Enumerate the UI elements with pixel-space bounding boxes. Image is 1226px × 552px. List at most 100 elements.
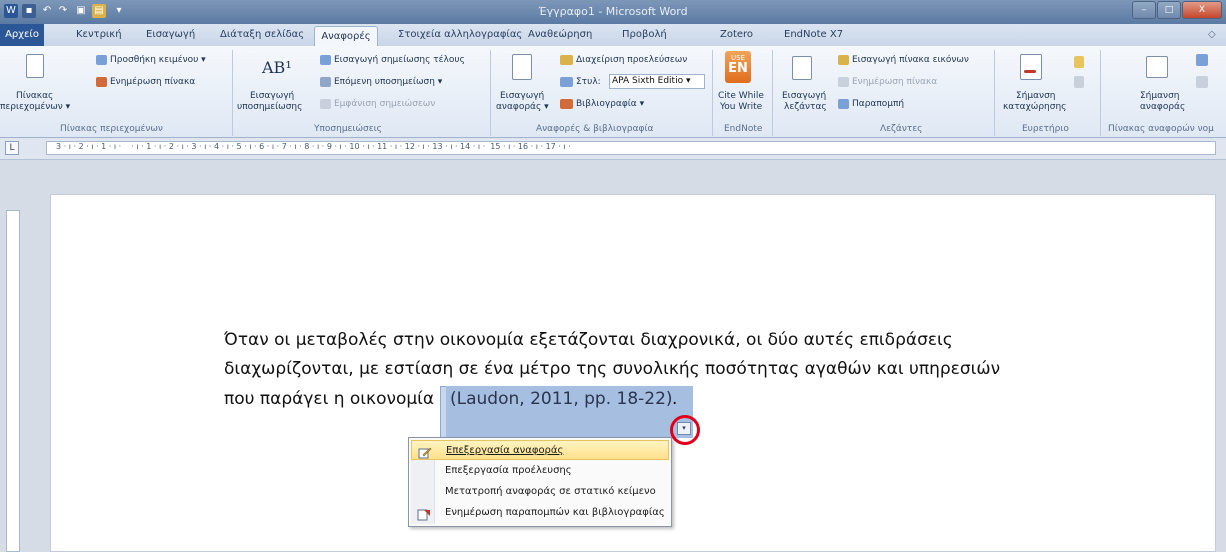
menu-item-label: Μετατροπή αναφοράς σε στατικό κείμενο [445,486,656,497]
table-of-figures-icon [838,55,849,65]
ribbon: Πίνακας περιεχομένων ▾ Προσθήκη κειμένου… [0,46,1226,138]
manage-sources-button[interactable]: Διαχείριση προελεύσεων [576,55,687,66]
insert-index-icon[interactable] [1074,56,1084,68]
tab-zotero[interactable]: Zotero [720,29,753,40]
cross-reference-icon [838,99,849,109]
table-of-contents-icon [26,54,44,78]
maximize-button[interactable]: □ [1157,1,1181,19]
tab-file[interactable]: Αρχείο [0,24,44,46]
citation-text[interactable]: (Laudon, 2011, pp. 18-22) [450,389,673,409]
menu-item-update-citations[interactable]: Ενημέρωση παραπομπών και βιβλιογραφίας [411,503,669,523]
mark-entry-icon [1020,54,1042,80]
menu-item-label: Επεξεργασία αναφοράς [446,445,564,456]
update-authorities-icon[interactable] [1196,76,1208,88]
bibliography-button[interactable]: Βιβλιογραφία ▾ [576,99,644,110]
menu-item-label: Ενημέρωση παραπομπών και βιβλιογραφίας [445,507,665,518]
update-table-button[interactable]: Ενημέρωση πίνακα [110,77,195,88]
footnote-icon: AB¹ [262,58,292,77]
endnote-icon-bottom: EN [728,61,748,76]
tab-endnote[interactable]: EndNote X7 [784,29,843,40]
group-separator [232,50,233,136]
tab-page-layout[interactable]: Διάταξη σελίδας [220,29,304,40]
update-table-icon [96,77,107,87]
add-text-button[interactable]: Προσθήκη κειμένου ▾ [110,55,206,66]
insert-citation-line1[interactable]: Εισαγωγή [500,91,544,102]
toc-label-line1: Πίνακας [16,91,54,101]
tab-mailings[interactable]: Στοιχεία αλληλογραφίας [398,29,522,40]
body-line-3-prefix: που παράγει η οικονομία [224,389,435,409]
help-icon[interactable]: ◇ [1208,29,1216,40]
group-label-captions: Λεζάντες [880,124,923,134]
group-separator [772,50,773,136]
style-value: APA Sixth Editio [612,76,684,86]
bibliography-icon [560,99,573,109]
tab-references[interactable]: Αναφορές [314,26,378,47]
style-icon [560,77,573,87]
tab-insert[interactable]: Εισαγωγή [146,29,195,40]
endnote-cwyw-icon: USE EN [725,51,751,83]
next-footnote-button[interactable]: Επόμενη υποσημείωση ▾ [334,77,442,88]
cite-while-you-write-line2[interactable]: You Write [720,102,762,113]
minimize-button[interactable]: – [1132,1,1156,19]
update-icon [417,506,431,521]
window-title: Έγγραφο1 - Microsoft Word [538,5,688,18]
vertical-ruler[interactable] [6,210,20,552]
insert-footnote-line2[interactable]: υποσημείωσης [237,102,302,113]
mark-citation-line1[interactable]: Σήμανση [1140,91,1180,102]
menu-item-convert-static[interactable]: Μετατροπή αναφοράς σε στατικό κείμενο [411,482,669,502]
edit-icon [418,444,432,459]
highlight-circle [670,415,700,445]
insert-footnote-line1[interactable]: Εισαγωγή [250,91,294,102]
horizontal-ruler[interactable]: L 3 · ı · 2 · ı · 1 · ı · · ı · 1 · ı · … [0,138,1226,160]
group-separator [994,50,995,136]
mark-entry-line1[interactable]: Σήμανση [1016,91,1056,102]
insert-caption-icon [792,56,812,80]
group-separator [712,50,713,136]
mark-citation-icon [1146,56,1168,78]
group-label-citations: Αναφορές & βιβλιογραφία [536,124,654,134]
cross-reference-button[interactable]: Παραπομπή [852,99,904,110]
title-bar: W ▪ ↶ ↷ ▣ ▤ ▾ Έγγραφο1 - Microsoft Word … [0,0,1226,24]
menu-item-edit-source[interactable]: Επεξεργασία προέλευσης [411,461,669,481]
cite-while-you-write-line1[interactable]: Cite While [718,91,764,102]
group-label-endnote: EndNote [724,124,763,134]
ruler-numbers: 3 · ı · 2 · ı · 1 · ı · · ı · 1 · ı · 2 … [56,142,571,151]
mark-citation-line2[interactable]: αναφοράς [1140,102,1185,113]
body-line-2: διαχωρίζονται, με εστίαση σε ένα μέτρο τ… [224,359,1001,379]
tab-selector[interactable]: L [5,141,19,155]
group-label-toc: Πίνακας περιεχομένων [60,124,163,134]
insert-authorities-icon[interactable] [1196,54,1208,66]
insert-caption-line2[interactable]: λεζάντας [784,102,827,113]
group-label-authorities: Πίνακας αναφορών νομ [1108,124,1214,134]
body-line-3-suffix: . [672,389,678,409]
update-figures-table-button[interactable]: Ενημέρωση πίνακα [852,77,937,88]
toc-label-line2[interactable]: περιεχομένων ▾ [0,102,70,113]
add-text-icon [96,55,107,65]
tab-review[interactable]: Αναθεώρηση [528,29,592,40]
group-separator [1100,50,1101,136]
manage-sources-icon [560,55,573,65]
tab-view[interactable]: Προβολή [622,29,667,40]
tab-home[interactable]: Κεντρική [76,29,122,40]
mark-entry-bar [1024,70,1036,73]
insert-endnote-button[interactable]: Εισαγωγή σημείωσης τέλους [334,55,465,66]
toc-button[interactable]: Πίνακας [16,91,53,102]
update-figures-icon [838,77,849,87]
show-notes-button[interactable]: Εμφάνιση σημειώσεων [334,99,435,110]
insert-citation-icon [512,54,532,80]
show-notes-icon [320,99,331,109]
group-label-footnotes: Υποσημειώσεις [314,124,382,134]
mark-entry-line2[interactable]: καταχώρησης [1003,102,1066,113]
update-index-icon[interactable] [1074,76,1084,88]
style-select[interactable]: APA Sixth Editio ▾ [609,74,705,89]
endnote-icon [320,55,331,65]
citation-options-menu: Επεξεργασία αναφοράς Επεξεργασία προέλευ… [408,437,672,527]
close-button[interactable]: X [1182,1,1222,19]
menu-item-label: Επεξεργασία προέλευσης [445,465,572,476]
group-label-index: Ευρετήριο [1022,124,1069,134]
group-separator [490,50,491,136]
menu-item-edit-citation[interactable]: Επεξεργασία αναφοράς [411,440,669,460]
insert-table-of-figures-button[interactable]: Εισαγωγή πίνακα εικόνων [852,55,969,66]
insert-caption-line1[interactable]: Εισαγωγή [782,91,826,102]
insert-citation-line2[interactable]: αναφοράς ▾ [496,102,549,113]
